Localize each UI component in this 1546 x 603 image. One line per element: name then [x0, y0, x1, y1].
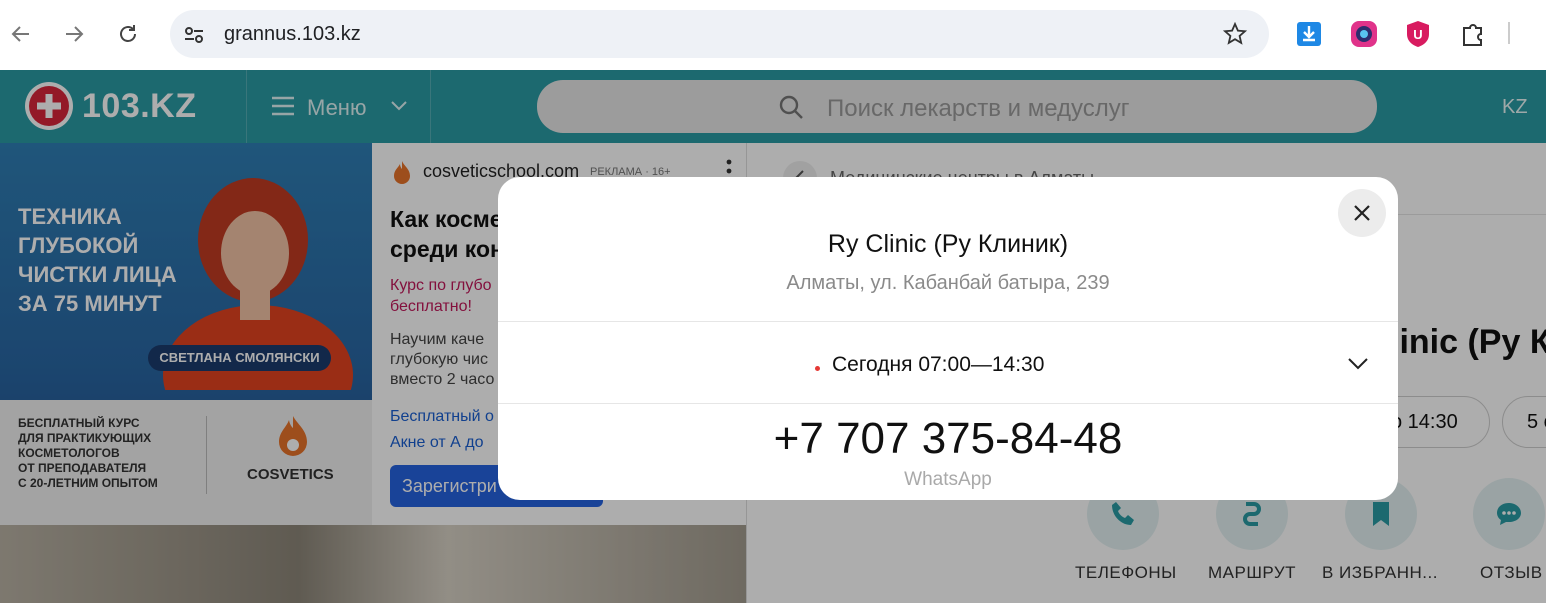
forward-button[interactable]: [57, 17, 91, 51]
reload-button[interactable]: [111, 17, 145, 51]
back-button[interactable]: [4, 17, 38, 51]
opening-hours[interactable]: Сегодня 07:00—14:30: [832, 353, 1044, 377]
forward-arrow-icon: [66, 26, 84, 42]
browser-toolbar: grannus.103.kz U: [0, 0, 1546, 70]
camera-extension-icon[interactable]: [1349, 19, 1379, 49]
toolbar-divider: [1508, 22, 1510, 44]
url-text: grannus.103.kz: [224, 23, 361, 45]
svg-text:U: U: [1413, 27, 1422, 42]
clinic-name: Ry Clinic (Ру Клиник): [827, 230, 1069, 258]
phone-type-label: WhatsApp: [904, 469, 992, 490]
status-dot: [815, 366, 820, 371]
puzzle-extension-icon[interactable]: [1458, 19, 1488, 49]
back-arrow-icon: [11, 26, 29, 42]
close-icon: [1354, 205, 1370, 221]
contacts-modal: Ry Clinic (Ру Клиник) Алматы, ул. Кабанб…: [498, 177, 1398, 500]
download-extension-icon[interactable]: [1294, 19, 1324, 49]
modal-divider: [498, 321, 1398, 322]
bookmark-star-icon[interactable]: [1223, 22, 1247, 46]
address-bar[interactable]: grannus.103.kz: [170, 10, 1269, 58]
modal-divider: [498, 403, 1398, 404]
clinic-address: Алматы, ул. Кабанбай батыра, 239: [786, 272, 1110, 294]
phone-number[interactable]: +7 707 375-84-48: [498, 414, 1398, 464]
site-info-icon[interactable]: [182, 23, 206, 47]
chevron-down-icon[interactable]: [1346, 351, 1370, 375]
reload-icon: [120, 25, 136, 42]
shield-u-extension-icon[interactable]: U: [1403, 19, 1433, 49]
